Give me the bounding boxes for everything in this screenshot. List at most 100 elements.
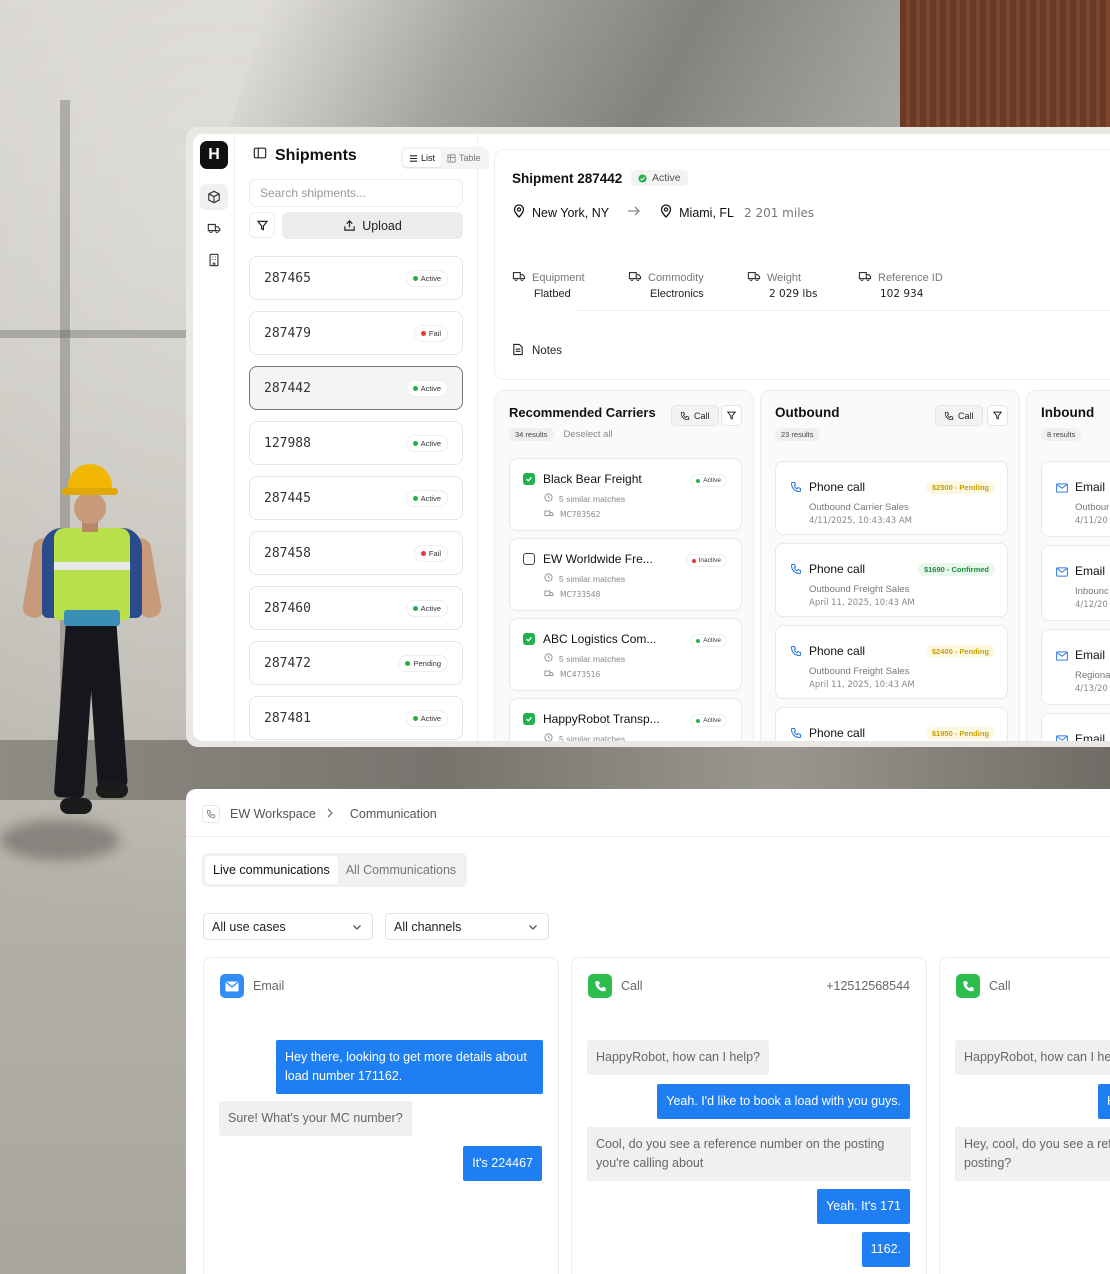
shipment-list-item[interactable]: 287458 Fail	[249, 531, 463, 575]
mc-number: MC473516	[544, 669, 600, 680]
route: New York, NY Miami, FL 2 201 miles	[512, 204, 814, 221]
deselect-all-link[interactable]: Deselect all	[564, 429, 613, 440]
call-button[interactable]: Call	[671, 405, 719, 426]
filter-button[interactable]	[987, 405, 1008, 426]
checkbox-checked-icon[interactable]	[523, 713, 535, 725]
mc-number: MC783562	[544, 509, 600, 520]
channel-dropdown[interactable]: All channels	[385, 913, 549, 940]
shipment-list-item[interactable]: 287465 Active	[249, 256, 463, 300]
status-dot	[420, 330, 426, 336]
outbound-call-card[interactable]: Phone call $2400 - Pending Outbound Freigh…	[775, 625, 1008, 699]
channel-label: Call	[989, 979, 1011, 993]
amount-badge: $1690 - Confirmed	[917, 563, 995, 576]
shipment-list-item[interactable]: 287445 Active	[249, 476, 463, 520]
background-seam	[0, 330, 190, 338]
carrier-card[interactable]: ABC Logistics Com... Active 5 similar matc…	[509, 618, 742, 691]
email-icon	[1056, 648, 1068, 666]
inbound-email-card[interactable]: Email Outbour 4/11/20	[1041, 461, 1110, 537]
shipment-detail-card: Shipment 287442 Active New York, NY Miam…	[494, 149, 1110, 380]
shipment-list-item[interactable]: 287481 Active	[249, 696, 463, 740]
breadcrumb-workspace[interactable]: EW Workspace	[230, 807, 316, 821]
email-title: Email	[1075, 648, 1106, 662]
caller-number: +12512568544	[826, 979, 910, 993]
notes-button[interactable]: Notes	[512, 343, 562, 359]
similar-matches: 5 similar matches	[544, 733, 625, 741]
nav-buildings-icon[interactable]	[200, 247, 228, 273]
carrier-card[interactable]: EW Worldwide Fre... Inactive 5 similar mat…	[509, 538, 742, 611]
carrier-name: ABC Logistics Com...	[543, 632, 657, 646]
phone-icon	[588, 974, 612, 998]
results-count: 23 results	[775, 428, 820, 441]
message-bubble-incoming: Hey, cool, do you see a ref posting?	[955, 1127, 1110, 1181]
amount-badge: $2500 - Pending	[925, 481, 995, 494]
carrier-card[interactable]: HappyRobot Transp... Active 5 similar matc…	[509, 698, 742, 741]
conversation-card-call[interactable]: Call +12512568544 HappyRobot, how can I …	[571, 957, 927, 1274]
nav-carriers-icon[interactable]	[200, 215, 228, 241]
shipment-list-item[interactable]: 287442 Active	[249, 366, 463, 410]
checkbox[interactable]	[523, 553, 535, 565]
filter-button[interactable]	[721, 405, 742, 426]
comm-tabs: Live communications All Communications	[202, 853, 468, 887]
status-label: Fail	[428, 548, 441, 558]
recommended-carriers-column: Recommended Carriers Call 34 results Des…	[494, 390, 754, 741]
filter-button[interactable]	[249, 212, 275, 238]
checkbox-checked-icon[interactable]	[523, 473, 535, 485]
call-description: Outbound Carrier Sales	[809, 502, 909, 513]
clock-icon	[544, 733, 553, 741]
app-logo[interactable]: H	[200, 141, 228, 169]
inbound-email-card[interactable]: Email Inbounc 4/12/20	[1041, 545, 1110, 621]
nav-rail: H	[193, 134, 235, 741]
similar-matches: 5 similar matches	[544, 493, 625, 504]
clock-icon	[544, 493, 553, 504]
inbound-email-card[interactable]: Email Regiona 4/13/20	[1041, 629, 1110, 705]
conversation-card-email[interactable]: Email Hey there, looking to get more det…	[203, 957, 559, 1274]
view-toggle: List Table	[401, 147, 489, 169]
call-title: Phone call	[809, 726, 866, 740]
conversation-card-call[interactable]: Call HappyRobot, how can I he H Hey, coo…	[939, 957, 1110, 1274]
inbound-email-card[interactable]: Email	[1041, 713, 1110, 741]
shipment-id: 287481	[264, 710, 311, 726]
carrier-name: HappyRobot Transp...	[543, 712, 660, 726]
tab-live-communications[interactable]: Live communications	[205, 856, 338, 884]
outbound-call-card[interactable]: Phone call $1950 - Pending	[775, 707, 1008, 741]
truck-icon	[544, 509, 554, 520]
chevron-right-icon	[326, 807, 334, 821]
view-table-button[interactable]: Table	[441, 149, 487, 167]
truck-icon	[858, 270, 872, 285]
status-dot	[412, 715, 418, 721]
shipment-id: 287465	[264, 270, 311, 286]
view-list-button[interactable]: List	[403, 149, 442, 167]
status-badge: Active	[405, 434, 448, 452]
checkbox-checked-icon[interactable]	[523, 633, 535, 645]
shipment-id: 287460	[264, 600, 311, 616]
outbound-call-card[interactable]: Phone call $2500 - Pending Outbound Carrie…	[775, 461, 1008, 535]
search-input[interactable]: Search shipments...	[249, 179, 463, 207]
phone-icon	[202, 805, 220, 823]
shipment-list-item[interactable]: 287472 Pending	[249, 641, 463, 685]
status-badge: Active	[405, 489, 448, 507]
status-label: Fail	[428, 328, 441, 338]
mc-label: MC783562	[560, 510, 601, 519]
page-title: Shipments	[275, 146, 357, 164]
breadcrumb-current: Communication	[349, 807, 437, 821]
carrier-card[interactable]: Black Bear Freight Active 5 similar matche…	[509, 458, 742, 531]
nav-shipments-icon[interactable]	[200, 184, 228, 210]
outbound-call-card[interactable]: Phone call $1690 - Confirmed Outbound Frei…	[775, 543, 1008, 617]
results-count: 34 results	[509, 428, 554, 441]
upload-button[interactable]: Upload	[282, 212, 463, 239]
shipment-list-item[interactable]: 287460 Active	[249, 586, 463, 630]
worker-figure	[20, 462, 170, 862]
origin: New York, NY	[532, 205, 610, 220]
shipment-list-item[interactable]: 127988 Active	[249, 421, 463, 465]
sidebar-toggle-icon[interactable]	[253, 146, 267, 165]
status-badge: Active	[690, 474, 727, 487]
status-badge: Active	[690, 714, 727, 727]
shipment-list-item[interactable]: 287479 Fail	[249, 311, 463, 355]
results-count: 8 results	[1041, 428, 1082, 441]
call-button[interactable]: Call	[935, 405, 983, 426]
channel-label: Call	[621, 979, 643, 993]
shipment-title: Shipment 287442	[512, 171, 623, 186]
use-case-dropdown[interactable]: All use cases	[203, 913, 373, 940]
tab-all-communications[interactable]: All Communications	[338, 856, 464, 884]
shipment-id: 287458	[264, 545, 311, 561]
